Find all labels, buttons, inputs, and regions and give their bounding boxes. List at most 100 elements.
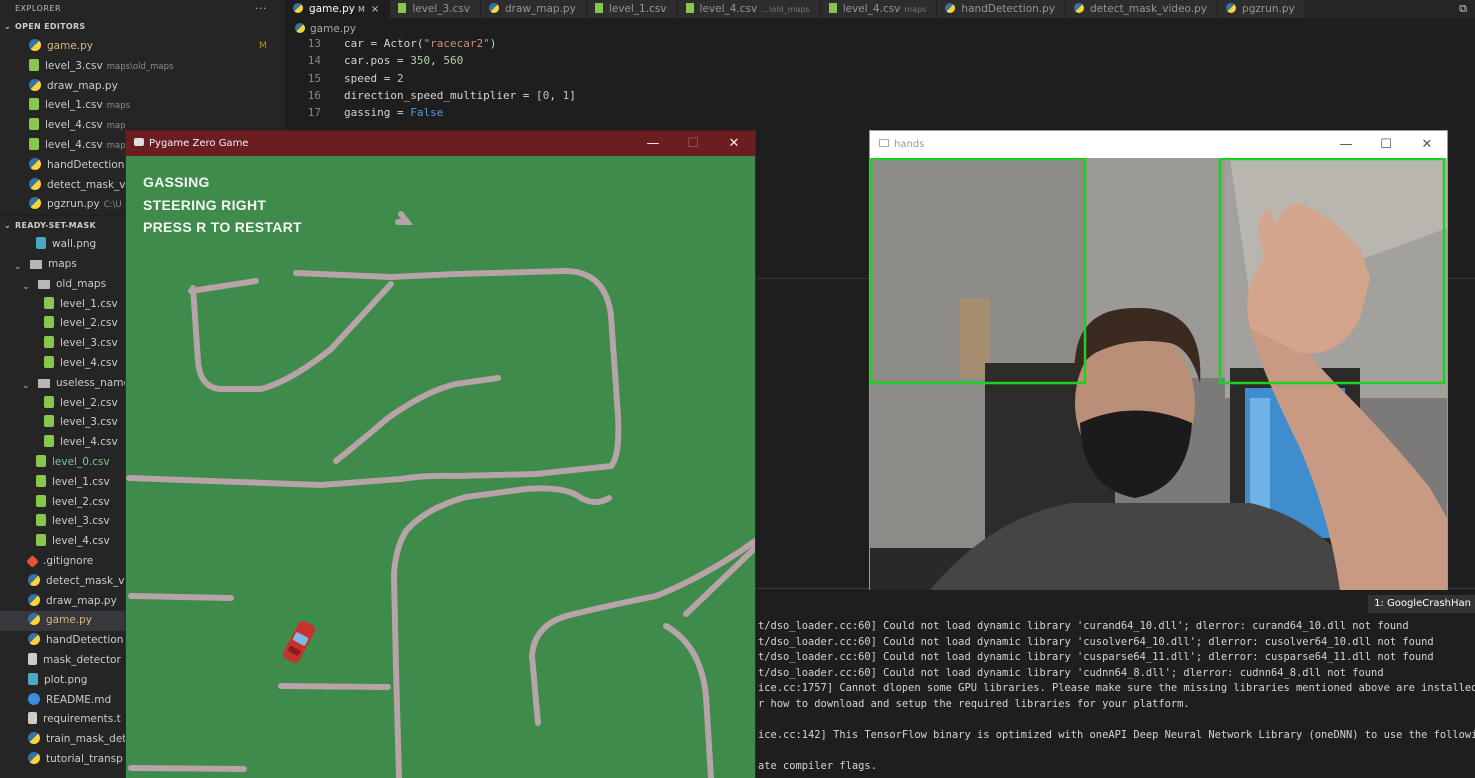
code-token: speed = [344,71,397,85]
file-name: detect_mask_vi [46,574,128,587]
terminal-selector[interactable]: 1: GoogleCrashHan [1368,595,1475,613]
editor-tab[interactable]: game.py M × [285,0,391,18]
tab-label: pgzrun.py [1242,3,1295,15]
pygame-window[interactable]: Pygame Zero Game — ☐ ✕ GASSING STEERING … [125,130,756,778]
editor-tab[interactable]: level_1.csv [586,0,678,18]
open-editor-item[interactable]: draw_map.py [0,77,285,97]
pygame-title: Pygame Zero Game [149,138,249,149]
file-name: handDetection [47,158,125,171]
file-name: level_2.csv [60,317,118,330]
csv-file-icon [44,316,54,329]
terminal-line: r how to download and setup the required… [758,697,1190,710]
tab-label: level_4.csv [842,3,901,15]
close-button[interactable]: ✕ [714,131,754,156]
file-name: draw_map.py [47,79,118,92]
csv-file-icon [44,336,54,349]
tab-label: level_3.csv [412,3,471,15]
open-editor-item[interactable]: game.py M [0,37,285,57]
modified-badge: M [358,5,365,14]
hands-title: hands [894,139,925,150]
file-path: maps [106,101,131,112]
csv-file-icon [398,3,407,13]
python-file-icon [29,177,41,190]
track-wall [528,538,755,726]
open-editor-item[interactable]: level_1.csv maps [0,96,285,116]
tab-label: handDetection.py [961,3,1055,15]
line-number: 17 [307,106,321,120]
text-file-icon [28,712,37,725]
file-name: detect_mask_vi [47,178,129,191]
file-name: level_2.csv [60,396,118,409]
python-file-icon [1074,3,1084,13]
code-token: ] [569,88,576,102]
open-editors-section[interactable]: ⌄ OPEN EDITORS [0,17,285,37]
code-lines: 13 car = Actor("racecar2") 14 car.pos = 350… [285,35,1475,121]
file-name: game.py [46,614,93,627]
breadcrumb-file: game.py [310,23,357,35]
info-icon [28,692,40,705]
file-name: wall.png [52,238,97,251]
window-icon [879,139,889,147]
minimize-button[interactable]: — [633,131,673,156]
editor-tab[interactable]: draw_map.py [481,0,587,18]
file-path: C:\U [103,200,122,211]
tab-label: game.py [309,3,356,15]
csv-file-icon [44,395,54,408]
editor-tab[interactable]: detect_mask_video.py [1066,0,1219,18]
chevron-down-icon: ⌄ [14,261,22,272]
editor-tab[interactable]: level_3.csv [390,0,482,18]
ellipsis-icon[interactable]: ··· [255,0,267,17]
editor-tab[interactable]: handDetection.py [937,0,1066,18]
csv-file-icon [29,118,39,131]
pygame-titlebar[interactable]: Pygame Zero Game — ☐ ✕ [126,131,755,156]
terminal-line: ate compiler flags. [758,759,877,772]
close-button[interactable]: ✕ [1407,131,1447,158]
terminal-panel[interactable]: 1: GoogleCrashHan t/dso_loader.cc:60] Co… [755,588,1475,778]
terminal-line: ice.cc:142] This TensorFlow binary is op… [758,728,1475,741]
maximize-button[interactable]: ☐ [1366,131,1406,158]
hud-steering: STEERING RIGHT [143,197,267,213]
track-wall [128,765,247,772]
explorer-header: EXPLORER ··· [0,0,285,17]
editor-tab[interactable]: level_4.csv ...\old_maps [677,0,821,18]
code-token: 2 [396,71,404,85]
file-name: level_4.csv [45,138,103,151]
python-file-icon [28,573,40,586]
code-line: 13 car = Actor("racecar2") [285,35,1475,52]
tab-label: draw_map.py [505,3,576,15]
csv-file-icon [36,474,46,487]
file-name: game.py [47,40,94,52]
folder-icon [30,259,42,269]
game-canvas[interactable]: GASSING STEERING RIGHT PRESS R TO RESTAR… [126,156,755,778]
csv-file-icon [36,494,46,507]
terminal-line: t/dso_loader.cc:60] Could not load dynam… [758,620,1409,632]
hands-titlebar[interactable]: hands — ☐ ✕ [870,131,1447,158]
folder-icon [38,378,50,388]
hands-window[interactable]: hands — ☐ ✕ [869,130,1448,590]
track-wall [394,211,413,225]
minimize-button[interactable]: — [1326,131,1366,158]
gamepad-icon [134,138,144,146]
split-editor-icon[interactable]: ⧉ [1459,2,1467,16]
terminal-line: t/dso_loader.cc:60] Could not load dynam… [758,666,1384,679]
track-wall [683,545,755,617]
tab-label: detect_mask_video.py [1090,3,1208,15]
open-editor-item[interactable]: level_3.csv maps\old_maps [0,57,285,77]
file-name: requirements.t [43,713,121,726]
file-name: tutorial_transp [46,752,123,765]
python-file-icon [28,633,40,646]
hud-restart-hint: PRESS R TO RESTART [143,219,302,235]
close-icon[interactable]: × [371,4,379,15]
editor-tab[interactable]: level_4.csv maps [820,0,938,18]
race-track [126,211,755,778]
python-file-icon [28,732,40,745]
csv-file-icon [44,415,54,428]
file-name: pgzrun.py [47,198,100,211]
editor-tab[interactable]: pgzrun.py [1218,0,1306,18]
file-name: handDetection [46,634,124,647]
file-name: level_1.csv [60,297,118,310]
tab-label: level_1.csv [608,3,667,15]
image-file-icon [36,237,46,250]
maximize-button[interactable]: ☐ [673,131,713,156]
